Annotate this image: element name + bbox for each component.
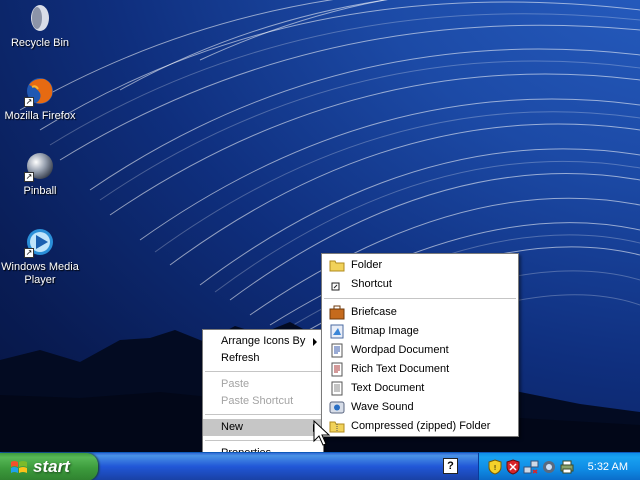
antivirus-icon[interactable] xyxy=(505,459,521,475)
menu-item-label: Paste Shortcut xyxy=(221,395,294,407)
wave-sound-icon xyxy=(329,401,345,414)
desktop-icon-firefox[interactable]: ↗ Mozilla Firefox xyxy=(0,75,80,123)
new-item-rich-text-document[interactable]: Rich Text Document xyxy=(322,360,518,379)
folder-icon xyxy=(329,260,345,272)
network-icon[interactable] xyxy=(523,459,539,475)
new-item-wordpad-document[interactable]: Wordpad Document xyxy=(322,341,518,360)
media-player-icon: ↗ xyxy=(24,226,56,258)
help-icon[interactable]: ? xyxy=(443,458,458,474)
menu-item-paste-shortcut: Paste Shortcut xyxy=(203,393,323,410)
menu-separator xyxy=(205,371,321,372)
desktop-icon-label: Recycle Bin xyxy=(10,37,70,49)
update-icon[interactable] xyxy=(541,459,557,475)
new-item-briefcase[interactable]: Briefcase xyxy=(322,303,518,322)
wordpad-icon xyxy=(331,343,343,358)
new-item-compressed-folder[interactable]: Compressed (zipped) Folder xyxy=(322,417,518,436)
windows-flag-icon xyxy=(11,461,27,473)
menu-item-refresh[interactable]: Refresh xyxy=(203,350,323,367)
desktop-icon-pinball[interactable]: ↗ Pinball xyxy=(0,150,80,198)
submenu-arrow-icon xyxy=(313,338,317,346)
new-item-folder[interactable]: Folder xyxy=(322,256,518,275)
menu-item-label: Rich Text Document xyxy=(351,363,450,375)
menu-item-label: Paste xyxy=(221,378,250,390)
menu-item-label: Briefcase xyxy=(351,306,397,318)
menu-item-label: Text Document xyxy=(351,382,425,394)
shortcut-arrow-icon: ↗ xyxy=(24,248,34,258)
start-label: start xyxy=(33,457,70,476)
mouse-cursor-icon xyxy=(313,420,331,446)
menu-item-label: Wordpad Document xyxy=(351,344,449,356)
security-shield-icon[interactable]: ! xyxy=(487,459,503,475)
menu-separator xyxy=(205,440,321,441)
desktop-context-menu: Arrange Icons By Refresh Paste Paste Sho… xyxy=(202,329,324,464)
start-button[interactable]: start xyxy=(0,453,98,480)
new-submenu: Folder Shortcut Briefcase Bitmap Image W… xyxy=(321,253,519,437)
svg-text:!: ! xyxy=(494,464,497,472)
menu-item-label: Wave Sound xyxy=(351,401,414,413)
menu-separator xyxy=(324,298,516,299)
menu-item-label: Folder xyxy=(351,259,383,271)
menu-item-label: New xyxy=(221,421,244,433)
system-tray: ! 5:32 AM xyxy=(478,453,640,480)
pinball-icon: ↗ xyxy=(24,150,56,182)
desktop-icon-recycle-bin[interactable]: Recycle Bin xyxy=(0,2,80,50)
menu-item-arrange-icons-by[interactable]: Arrange Icons By xyxy=(203,333,323,350)
rich-text-icon xyxy=(331,362,343,377)
menu-item-label: Shortcut xyxy=(351,278,392,290)
text-document-icon xyxy=(331,381,343,396)
recycle-bin-icon xyxy=(24,2,56,34)
menu-item-label: Compressed (zipped) Folder xyxy=(351,420,491,432)
menu-item-label: Arrange Icons By xyxy=(221,335,306,347)
desktop-icon-label: Pinball xyxy=(23,185,57,197)
new-item-shortcut[interactable]: Shortcut xyxy=(322,275,518,294)
desktop-icon-label: Mozilla Firefox xyxy=(4,110,76,122)
menu-item-new[interactable]: New xyxy=(203,419,323,436)
new-item-wave-sound[interactable]: Wave Sound xyxy=(322,398,518,417)
menu-item-label: Bitmap Image xyxy=(351,325,419,337)
new-item-text-document[interactable]: Text Document xyxy=(322,379,518,398)
firefox-icon: ↗ xyxy=(24,75,56,107)
shortcut-arrow-icon: ↗ xyxy=(24,97,34,107)
shortcut-icon xyxy=(331,282,340,291)
bitmap-icon xyxy=(330,324,344,339)
menu-item-paste: Paste xyxy=(203,376,323,393)
desktop-icon-windows-media-player[interactable]: ↗ Windows Media Player xyxy=(0,226,80,287)
clock[interactable]: 5:32 AM xyxy=(588,453,628,480)
menu-separator xyxy=(205,414,321,415)
desktop-icon-label: Windows Media Player xyxy=(1,261,79,286)
briefcase-icon xyxy=(329,305,345,320)
menu-item-label: Refresh xyxy=(221,352,260,364)
taskbar: start ? ! 5:32 AM xyxy=(0,452,640,480)
new-item-bitmap-image[interactable]: Bitmap Image xyxy=(322,322,518,341)
printer-icon[interactable] xyxy=(559,459,575,475)
shortcut-arrow-icon: ↗ xyxy=(24,172,34,182)
zip-folder-icon xyxy=(329,421,345,433)
